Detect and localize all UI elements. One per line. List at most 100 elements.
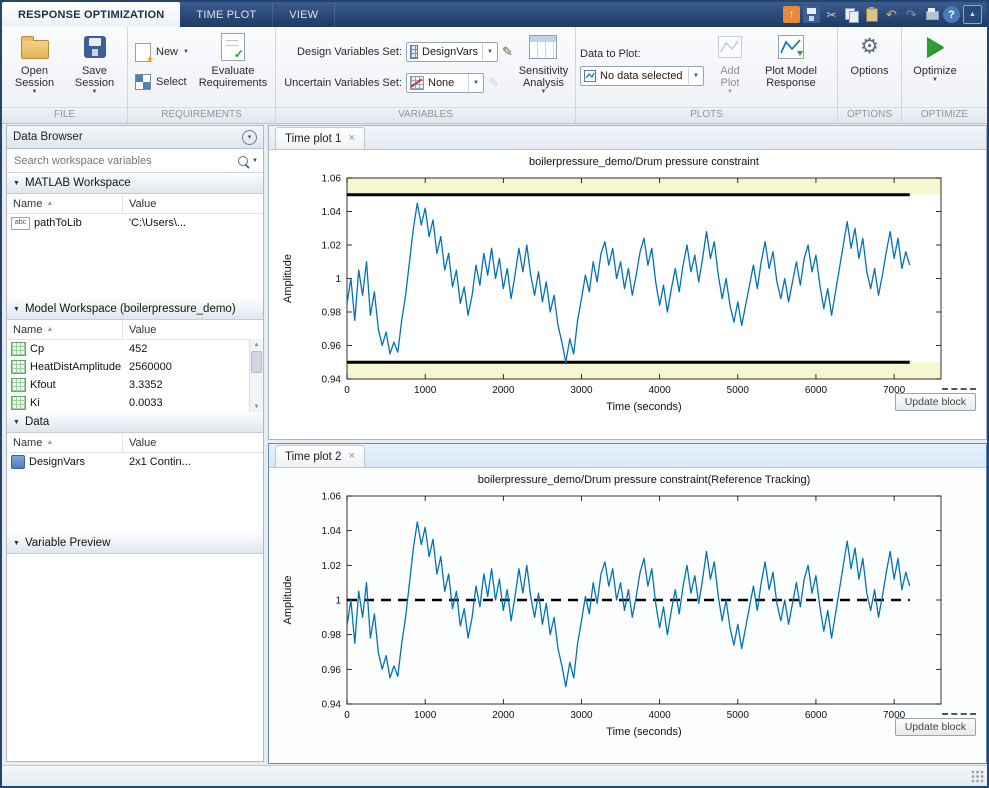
dropdown-caret-icon: ▼ [693,73,699,79]
section-label-variables: VARIABLES [276,107,575,123]
search-options-caret-icon[interactable]: ▼ [252,158,258,164]
section-optimize: Optimize ▼ OPTIMIZE [902,27,987,123]
time-plot-2-panel: Time plot 2 × 01000200030004000500060007… [268,443,987,764]
save-session-button[interactable]: SaveSession ▼ [66,29,123,105]
sort-ascending-icon: ▲ [46,200,53,207]
publish-icon[interactable]: ↑ [783,6,800,23]
minimize-toolstrip-icon[interactable]: ▲ [963,5,982,24]
add-plot-button: AddPlot ▼ [707,29,753,105]
evaluate-requirements-button[interactable]: ✓ EvaluateRequirements [195,29,271,105]
table-row[interactable]: Cp452 [7,340,263,358]
svg-text:0.94: 0.94 [321,375,341,386]
section-variables: Design Variables Set: DesignVars ▼ ✎ Unc… [276,27,576,123]
svg-text:Time (seconds): Time (seconds) [606,401,681,413]
svg-text:2000: 2000 [492,710,515,721]
data-section-header[interactable]: ▼ Data [7,412,263,433]
design-variables-set-label: Design Variables Set: [280,46,402,58]
close-tab-icon[interactable]: × [348,133,354,144]
table-row[interactable]: abcpathToLib'C:\Users\... [7,214,263,232]
scrollbar-thumb[interactable] [251,351,262,373]
table-header[interactable]: Name▲ Value [7,194,263,214]
svg-text:1.06: 1.06 [321,174,341,185]
collapse-section-icon: ▼ [13,306,20,313]
update-block-button[interactable]: Update block [895,393,976,411]
edit-design-variables-icon[interactable]: ✎ [502,44,513,60]
resize-grip[interactable] [971,770,984,783]
search-input[interactable] [12,154,234,168]
svg-text:0.98: 0.98 [321,308,341,319]
plot-tabstrip: Time plot 2 × [269,444,986,468]
open-session-button[interactable]: OpenSession ▼ [6,29,63,105]
gear-icon: ⚙ [860,36,879,58]
plot-data-icon [584,70,596,82]
svg-text:1.04: 1.04 [321,526,341,537]
data-to-plot-label: Data to Plot: [580,48,641,60]
table-row[interactable]: DesignVars2x1 Contin... [7,453,263,471]
model-workspace-header[interactable]: ▼ Model Workspace (boilerpressure_demo) [7,299,263,320]
tab-time-plot-1[interactable]: Time plot 1 × [275,127,365,149]
uncertain-variables-set-combo[interactable]: None ▼ [406,73,484,93]
table-header[interactable]: Name▲ Value [7,433,263,453]
svg-text:Time (seconds): Time (seconds) [606,726,681,738]
table-row[interactable]: HeatDistAmplitude2560000 [7,358,263,376]
design-variables-set-combo[interactable]: DesignVars ▼ [406,42,498,62]
update-block-button[interactable]: Update block [895,718,976,736]
data-to-plot-combo[interactable]: No data selected ▼ [580,66,704,86]
copy-icon[interactable] [843,6,860,23]
svg-text:6000: 6000 [804,385,827,396]
table-header[interactable]: Name▲ Value [7,320,263,340]
toolstrip: OpenSession ▼ SaveSession ▼ FILE ★ New ▼ [2,27,987,124]
sort-ascending-icon: ▲ [46,439,53,446]
variable-name: Ki [30,397,40,409]
variable-value: 2560000 [123,361,263,373]
print-icon[interactable] [923,6,940,23]
sensitivity-analysis-button[interactable]: SensitivityAnalysis ▼ [516,29,571,105]
section-label-plots: PLOTS [576,107,837,123]
collapse-section-icon: ▼ [13,419,20,426]
svg-text:5000: 5000 [726,385,749,396]
svg-text:3000: 3000 [570,385,593,396]
section-options: ⚙ Options OPTIONS [838,27,902,123]
variable-value: 'C:\Users\... [123,217,263,229]
cut-icon[interactable]: ✂ [823,6,840,23]
collapse-section-icon: ▼ [13,180,20,187]
scroll-up-icon[interactable]: ▲ [254,339,260,350]
variable-value: 3.3352 [123,379,263,391]
svg-text:1.04: 1.04 [321,207,341,218]
select-requirement-button[interactable]: Select [132,71,192,93]
model-workspace-table: Name▲ Value Cp452HeatDistAmplitude256000… [7,320,263,412]
paste-icon[interactable] [863,6,880,23]
plot-model-response-button[interactable]: Plot ModelResponse [756,29,826,105]
collapse-panel-icon[interactable]: ▾ [242,130,257,145]
save-icon[interactable] [803,6,820,23]
play-icon [927,37,944,57]
table-variable-icon [11,360,26,374]
tab-response-optimization[interactable]: RESPONSE OPTIMIZATION [2,2,180,27]
redo-icon[interactable]: ↷ [903,6,920,23]
variable-preview-header[interactable]: ▼ Variable Preview [7,533,263,554]
close-tab-icon[interactable]: × [348,451,354,462]
search-icon[interactable] [238,156,248,166]
svg-text:1000: 1000 [414,385,437,396]
tab-time-plot-2[interactable]: Time plot 2 × [275,445,365,467]
tab-view[interactable]: VIEW [273,2,335,27]
variable-name: DesignVars [29,456,85,468]
matlab-workspace-header[interactable]: ▼ MATLAB Workspace [7,173,263,194]
options-button[interactable]: ⚙ Options [842,29,897,105]
table-row[interactable]: Ki0.0033 [7,394,263,412]
svg-text:0.96: 0.96 [321,341,341,352]
table-variable-icon [11,396,26,410]
scroll-down-icon[interactable]: ▼ [254,401,260,412]
undo-icon[interactable]: ↶ [883,6,900,23]
new-requirement-button[interactable]: ★ New ▼ [132,41,192,63]
dropdown-caret-icon: ▼ [540,89,546,95]
help-icon[interactable]: ? [943,6,960,23]
svg-text:6000: 6000 [804,710,827,721]
tab-time-plot[interactable]: TIME PLOT [180,2,273,27]
svg-text:1.06: 1.06 [321,492,341,503]
table-row[interactable]: Kfout3.3352 [7,376,263,394]
optimize-button[interactable]: Optimize ▼ [906,29,964,105]
data-table: Name▲ Value DesignVars2x1 Contin... [7,433,263,533]
scrollbar[interactable]: ▲ ▼ [249,339,263,412]
data-browser-panel: Data Browser ▾ ▼ ▼ MATLAB Workspace Name… [6,125,264,762]
